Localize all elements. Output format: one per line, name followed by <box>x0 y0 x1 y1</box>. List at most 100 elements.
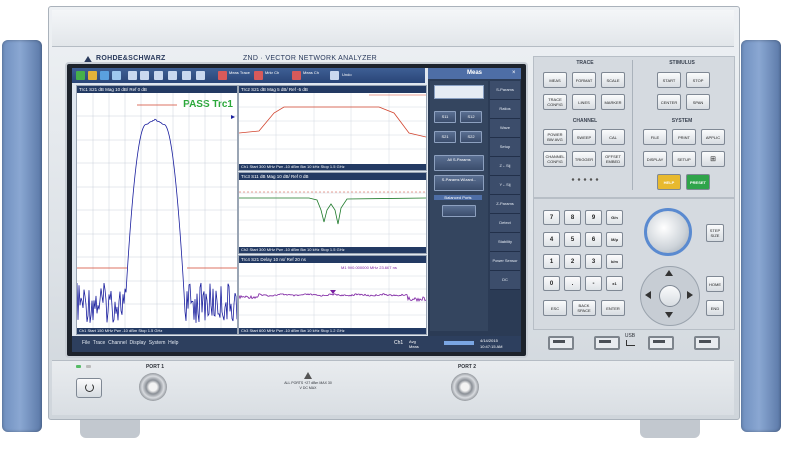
toolbar-undo-icon[interactable] <box>330 71 339 80</box>
meas-side-item[interactable]: Wave <box>490 119 520 138</box>
key-8[interactable]: 8 <box>564 210 581 225</box>
toolbar-open-icon[interactable] <box>88 71 97 80</box>
key-x1[interactable]: x1 <box>606 276 623 291</box>
toolbar-scale-icon[interactable] <box>196 71 205 80</box>
key-1[interactable]: 1 <box>543 254 560 269</box>
all-sparams-button[interactable]: All S-Params <box>434 155 484 171</box>
meas-side-item[interactable]: DC <box>490 271 520 290</box>
toolbar-mrkr-icon[interactable] <box>254 71 263 80</box>
cal-button[interactable]: CAL <box>601 129 625 145</box>
sparam-s21-button[interactable]: S21 <box>434 131 456 143</box>
key-4[interactable]: 4 <box>543 232 560 247</box>
esc-button[interactable]: ESC <box>543 300 567 316</box>
key-5[interactable]: 5 <box>564 232 581 247</box>
meas-side-item[interactable]: Detect <box>490 214 520 233</box>
main-trace-plot[interactable]: Trc1 S21 dB Mag 10 dB/ Ref 0 dB PASS Trc… <box>76 85 238 335</box>
span-button[interactable]: SPAN <box>686 94 710 110</box>
trace-config-button[interactable]: TRACE CONFIG <box>543 94 567 110</box>
preset-button[interactable]: PRESET <box>686 174 710 190</box>
port1-label: PORT 1 <box>145 364 165 370</box>
center-button[interactable]: CENTER <box>657 94 681 110</box>
key-g-n[interactable]: G/n <box>606 210 623 225</box>
sparam-s11-button[interactable]: S11 <box>434 111 456 123</box>
meas-side-item[interactable]: Z←Sij <box>490 157 520 176</box>
meas-side-item[interactable]: S-Params <box>490 81 520 100</box>
format-button[interactable]: FORMAT <box>572 72 596 88</box>
meas-side-item[interactable]: Z-Params <box>490 195 520 214</box>
usb-port-3[interactable] <box>648 336 674 350</box>
meas-button[interactable]: MEAS <box>543 72 567 88</box>
help-button[interactable]: HELP <box>657 174 681 190</box>
applic-button[interactable]: APPLIC <box>701 129 725 145</box>
usb-port-2[interactable] <box>594 336 620 350</box>
setup-button[interactable]: SETUP <box>672 151 696 167</box>
port2-connector[interactable] <box>451 373 479 401</box>
offset-embed-button[interactable]: OFFSET EMBED <box>601 151 625 167</box>
power-button[interactable] <box>76 378 102 398</box>
meas-side-item[interactable]: Y←Sij <box>490 176 520 195</box>
sweep-button[interactable]: SWEEP <box>572 129 596 145</box>
arrow-down-icon[interactable] <box>665 312 673 318</box>
channel-config-button[interactable]: CHANNEL CONFIG <box>543 151 567 167</box>
stop-button[interactable]: STOP <box>686 72 710 88</box>
s-param-selector[interactable] <box>434 85 484 99</box>
enter-button[interactable]: ENTER <box>601 300 625 316</box>
file-button[interactable]: FILE <box>643 129 667 145</box>
meas-side-item[interactable]: Ratios <box>490 100 520 119</box>
key-minus[interactable]: - <box>585 276 602 291</box>
sub-trace-plot-2[interactable]: Trc3 S11 dB Mag 10 dB/ Ref 0 dB Ch2 Star… <box>238 172 427 254</box>
step-size-button[interactable]: STEP SIZE <box>706 224 724 242</box>
sub-trace-plot-1[interactable]: Trc2 S21 dB Mag 5 dB/ Ref -5 dB Ch1 Star… <box>238 85 427 171</box>
key-7[interactable]: 7 <box>543 210 560 225</box>
key-3[interactable]: 3 <box>585 254 602 269</box>
meas-side-item[interactable]: Power Sensor <box>490 252 520 271</box>
key-0[interactable]: 0 <box>543 276 560 291</box>
port1-connector[interactable] <box>139 373 167 401</box>
sparams-wizard-button[interactable]: S-Params Wizard... <box>434 175 484 191</box>
home-button[interactable]: HOME <box>706 276 724 292</box>
main-plot-footer: Ch1 Start 150 MHz Pwr -10 dBm Stop 1.5 G… <box>77 328 237 334</box>
print-button[interactable]: PRINT <box>672 129 696 145</box>
key-m-u[interactable]: M/µ <box>606 232 623 247</box>
key-2[interactable]: 2 <box>564 254 581 269</box>
start-button[interactable]: START <box>657 72 681 88</box>
arrow-right-icon[interactable] <box>687 291 693 299</box>
toolbar-meas-ch-icon[interactable] <box>292 71 301 80</box>
meas-side-item[interactable]: Stability <box>490 233 520 252</box>
toolbar-trace-icon[interactable] <box>182 71 191 80</box>
scale-button[interactable]: SCALE <box>601 72 625 88</box>
balanced-ports-button[interactable] <box>442 205 476 217</box>
lines-button[interactable]: LINES <box>572 94 596 110</box>
meas-side-item[interactable]: Setup <box>490 138 520 157</box>
usb-port-4[interactable] <box>694 336 720 350</box>
sparam-s12-button[interactable]: S12 <box>460 111 482 123</box>
toolbar-meas-trace-icon[interactable] <box>218 71 227 80</box>
sparam-s22-button[interactable]: S22 <box>460 131 482 143</box>
key-9[interactable]: 9 <box>585 210 602 225</box>
arrow-left-icon[interactable] <box>645 291 651 299</box>
toolbar-play-icon[interactable] <box>76 71 85 80</box>
usb-port-1[interactable] <box>548 336 574 350</box>
key-dot[interactable]: . <box>564 276 581 291</box>
end-button[interactable]: END <box>706 300 724 316</box>
backspace-button[interactable]: BACK SPACE <box>572 300 596 316</box>
display-button[interactable]: DISPLAY <box>643 151 667 167</box>
sub-trace-plot-3[interactable]: Trc4 S21 Delay 10 ns/ Ref 20 ns M1 900.0… <box>238 255 427 335</box>
toolbar-meas-icon[interactable] <box>168 71 177 80</box>
nav-center-button[interactable] <box>659 285 681 307</box>
key-k-m[interactable]: k/m <box>606 254 623 269</box>
toolbar-marker-icon[interactable] <box>154 71 163 80</box>
trigger-button[interactable]: TRIGGER <box>572 151 596 167</box>
power-bw-avg-button[interactable]: POWER BW AVG <box>543 129 567 145</box>
windows-icon[interactable]: ⊞ <box>701 151 725 167</box>
toolbar-fit-icon[interactable] <box>140 71 149 80</box>
toolbar-save-icon[interactable] <box>100 71 109 80</box>
rotary-knob[interactable] <box>644 208 692 256</box>
menu-items[interactable]: File Trace Channel Display System Help <box>82 340 178 346</box>
toolbar-zoom-icon[interactable] <box>128 71 137 80</box>
arrow-up-icon[interactable] <box>665 270 673 276</box>
toolbar-print-icon[interactable] <box>112 71 121 80</box>
marker-button[interactable]: MARKER <box>601 94 625 110</box>
close-icon[interactable]: × <box>512 70 519 77</box>
key-6[interactable]: 6 <box>585 232 602 247</box>
